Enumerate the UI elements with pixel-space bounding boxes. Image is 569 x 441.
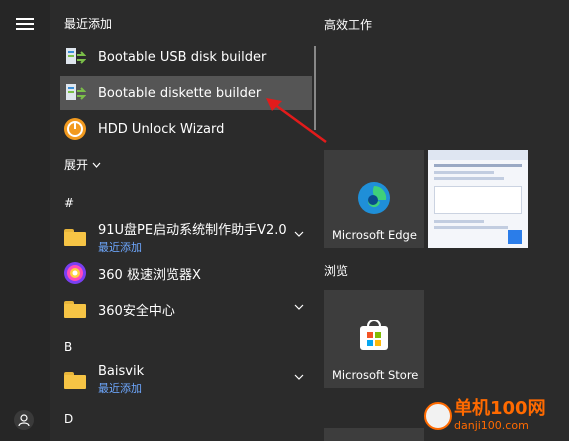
chevron-down-icon bbox=[294, 304, 304, 310]
recently-added-label: 最近添加 bbox=[98, 382, 142, 395]
browser-360-icon bbox=[62, 260, 88, 286]
section-b[interactable]: B bbox=[64, 340, 72, 354]
watermark-title: 单机100网 bbox=[454, 398, 546, 419]
tile-group-title: 高效工作 bbox=[324, 18, 373, 32]
site-watermark: 单机100网 danji100.com bbox=[424, 400, 546, 431]
recently-added-label: 最近添加 bbox=[98, 241, 142, 254]
edge-icon bbox=[358, 182, 390, 214]
app-label: 360 极速浏览器X bbox=[98, 267, 201, 283]
app-label: 91U盘PE启动系统制作助手V2.0 bbox=[98, 223, 287, 238]
tiles-area: 高效工作 Microsoft Edge 浏览 Microsoft Store bbox=[318, 0, 569, 441]
watermark-logo-icon bbox=[424, 401, 452, 430]
app-baisvik-folder[interactable]: Baisvik 最近添加 bbox=[60, 362, 312, 398]
app-list: 最近添加 Bootable USB disk builder Bootable … bbox=[50, 0, 312, 441]
chevron-down-icon bbox=[294, 374, 304, 380]
expand-label: 展开 bbox=[64, 158, 89, 172]
tile-microsoft-store[interactable]: Microsoft Store bbox=[324, 290, 424, 388]
tile-partial[interactable] bbox=[324, 428, 424, 441]
tile-group-title: 浏览 bbox=[324, 264, 349, 278]
folder-icon bbox=[62, 367, 88, 393]
app-91u-folder[interactable]: 91U盘PE启动系统制作助手V2.0 最近添加 bbox=[60, 219, 312, 255]
bootable-app-icon bbox=[62, 80, 88, 106]
app-360-browser[interactable]: 360 极速浏览器X bbox=[60, 256, 312, 290]
app-label: Bootable USB disk builder bbox=[98, 49, 267, 65]
watermark-url: danji100.com bbox=[454, 419, 529, 432]
app-label: Bootable diskette builder bbox=[98, 85, 262, 101]
store-icon bbox=[360, 320, 388, 350]
tile-label: Microsoft Store bbox=[332, 368, 419, 382]
user-avatar-icon[interactable] bbox=[14, 410, 34, 430]
expand-button[interactable]: 展开 bbox=[64, 156, 101, 173]
tile-screenshot-thumbnail[interactable] bbox=[428, 150, 528, 248]
section-hash[interactable]: # bbox=[64, 196, 74, 210]
bootable-app-icon bbox=[62, 44, 88, 70]
start-left-rail bbox=[0, 0, 50, 441]
hamburger-menu-icon[interactable] bbox=[16, 18, 34, 30]
hdd-unlock-icon bbox=[62, 116, 88, 142]
app-label: HDD Unlock Wizard bbox=[98, 121, 225, 137]
app-label: 360安全中心 bbox=[98, 303, 175, 319]
folder-icon bbox=[62, 296, 88, 322]
tile-label: Microsoft Edge bbox=[332, 228, 417, 242]
app-bootable-usb[interactable]: Bootable USB disk builder bbox=[60, 40, 312, 74]
chevron-down-icon bbox=[294, 231, 304, 237]
folder-icon bbox=[62, 224, 88, 250]
chevron-down-icon bbox=[92, 162, 101, 168]
section-recent-title: 最近添加 bbox=[64, 17, 113, 31]
tile-microsoft-edge[interactable]: Microsoft Edge bbox=[324, 150, 424, 248]
section-d[interactable]: D bbox=[64, 412, 73, 426]
app-label: Baisvik bbox=[98, 364, 145, 379]
app-360-security-folder[interactable]: 360安全中心 bbox=[60, 292, 312, 326]
